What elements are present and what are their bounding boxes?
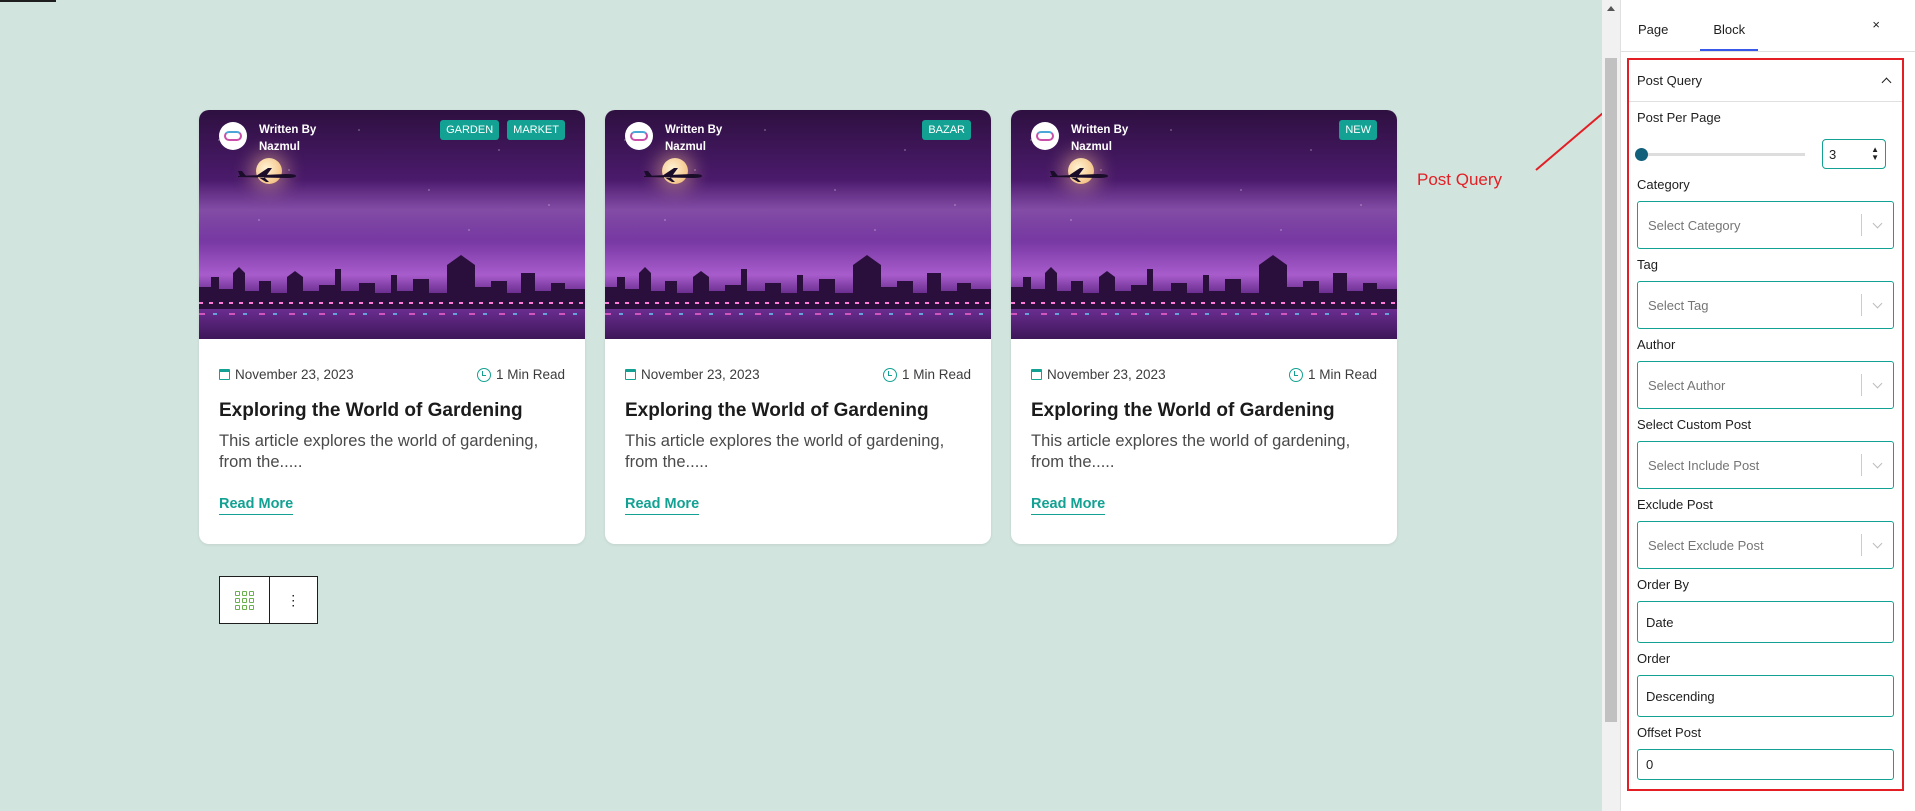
order-field[interactable]: Descending [1637, 675, 1894, 717]
category-badge[interactable]: BAZAR [922, 120, 971, 140]
post-excerpt: This article explores the world of garde… [625, 432, 945, 471]
read-time: 1 Min Read [882, 367, 971, 382]
scrollbar-thumb[interactable] [1605, 58, 1617, 722]
more-options-button[interactable]: ⋮ [268, 577, 318, 623]
post-excerpt: This article explores the world of garde… [219, 432, 539, 471]
post-per-page-label: Post Per Page [1637, 110, 1721, 125]
category-select[interactable]: Select Category [1637, 201, 1894, 249]
canvas-scrollbar[interactable] [1602, 0, 1620, 811]
close-icon[interactable]: × [1872, 17, 1880, 32]
calendar-icon [219, 369, 230, 380]
spinner-icon[interactable]: ▲ ▼ [1871, 146, 1879, 162]
author-name[interactable]: Nazmul [259, 139, 316, 156]
clock-icon [476, 367, 491, 382]
chevron-up-icon[interactable] [1881, 77, 1892, 88]
calendar-icon [625, 369, 636, 380]
post-date: November 23, 2023 [219, 367, 354, 382]
author-avatar [1031, 122, 1059, 150]
annotation-label: Post Query [1417, 170, 1503, 189]
post-excerpt: This article explores the world of garde… [1031, 432, 1351, 471]
chevron-down-icon [1872, 298, 1883, 308]
read-more-link[interactable]: Read More [625, 496, 700, 515]
author-name[interactable]: Nazmul [665, 139, 722, 156]
category-badges: BAZAR [922, 120, 971, 140]
clock-icon [1288, 367, 1303, 382]
order-by-field[interactable]: Date [1637, 601, 1894, 643]
chevron-down-icon [1872, 378, 1883, 388]
author-avatar [219, 122, 247, 150]
offset-post-field[interactable]: 0 [1637, 749, 1894, 780]
tab-page[interactable]: Page [1636, 22, 1684, 51]
category-badge[interactable]: MARKET [507, 120, 565, 140]
airplane-illustration [644, 168, 702, 182]
author-label: Author [1637, 337, 1676, 352]
calendar-icon [1031, 369, 1042, 380]
author-avatar [625, 122, 653, 150]
custom-post-label: Select Custom Post [1637, 417, 1752, 432]
post-card[interactable]: Written By Nazmul NEW November 23, 2023 … [1011, 110, 1397, 544]
tab-block[interactable]: Block [1700, 22, 1759, 51]
post-thumbnail: Written By Nazmul GARDEN MARKET [199, 110, 585, 339]
post-date: November 23, 2023 [625, 367, 760, 382]
city-skyline-illustration [605, 255, 991, 309]
post-title[interactable]: Exploring the World of Gardening [625, 400, 971, 422]
post-per-page-input[interactable]: 3 ▲ ▼ [1822, 139, 1886, 169]
sidebar-tabs: Page Block × [1621, 0, 1915, 52]
author-info: Written By Nazmul [219, 122, 316, 156]
tag-label: Tag [1637, 257, 1658, 272]
chevron-down-icon [1872, 218, 1883, 228]
read-time: 1 Min Read [1288, 367, 1377, 382]
editor-canvas: Written By Nazmul GARDEN MARKET November… [0, 0, 1638, 811]
post-per-page-slider[interactable] [1635, 147, 1805, 161]
post-query-panel: Post Query Post Per Page 3 ▲ ▼ Category S… [1627, 58, 1904, 791]
settings-sidebar: Page Block × Post Query Post Per Page 3 … [1620, 0, 1915, 811]
post-thumbnail: Written By Nazmul BAZAR [605, 110, 991, 339]
author-info: Written By Nazmul [625, 122, 722, 156]
airplane-illustration [1050, 168, 1108, 182]
block-type-button[interactable] [220, 577, 269, 623]
order-by-label: Order By [1637, 577, 1690, 592]
chevron-down-icon [1872, 458, 1883, 468]
category-badges: GARDEN MARKET [440, 120, 565, 140]
slider-handle[interactable] [1635, 147, 1648, 161]
post-card[interactable]: Written By Nazmul BAZAR November 23, 202… [605, 110, 991, 544]
written-by-label: Written By [259, 124, 317, 136]
tag-select[interactable]: Select Tag [1637, 281, 1894, 329]
chevron-down-icon [1872, 538, 1883, 548]
author-info: Written By Nazmul [1031, 122, 1128, 156]
post-title[interactable]: Exploring the World of Gardening [1031, 400, 1377, 422]
panel-title: Post Query [1637, 73, 1703, 88]
read-more-link[interactable]: Read More [1031, 496, 1106, 515]
city-skyline-illustration [199, 255, 585, 309]
post-date: November 23, 2023 [1031, 367, 1166, 382]
author-select[interactable]: Select Author [1637, 361, 1894, 409]
airplane-illustration [238, 168, 296, 182]
exclude-post-label: Exclude Post [1637, 497, 1713, 512]
order-label: Order [1637, 651, 1671, 666]
read-more-link[interactable]: Read More [219, 496, 294, 515]
author-name[interactable]: Nazmul [1071, 139, 1128, 156]
post-card[interactable]: Written By Nazmul GARDEN MARKET November… [199, 110, 585, 544]
city-skyline-illustration [1011, 255, 1397, 309]
grid-icon [234, 590, 254, 610]
category-badge[interactable]: NEW [1339, 120, 1377, 140]
offset-post-label: Offset Post [1637, 725, 1702, 740]
written-by-label: Written By [665, 124, 723, 136]
category-badge[interactable]: GARDEN [440, 120, 500, 140]
post-title[interactable]: Exploring the World of Gardening [219, 400, 565, 422]
more-options-icon: ⋮ [286, 592, 301, 608]
read-time: 1 Min Read [476, 367, 565, 382]
category-badges: NEW [1339, 120, 1377, 140]
post-grid: Written By Nazmul GARDEN MARKET November… [199, 110, 1397, 544]
clock-icon [882, 367, 897, 382]
block-toolbar: ⋮ [219, 576, 318, 624]
scroll-up-icon[interactable] [1607, 6, 1615, 11]
exclude-post-select[interactable]: Select Exclude Post [1637, 521, 1894, 569]
category-label: Category [1637, 177, 1690, 192]
post-thumbnail: Written By Nazmul NEW [1011, 110, 1397, 339]
include-post-select[interactable]: Select Include Post [1637, 441, 1894, 489]
panel-header[interactable]: Post Query [1629, 60, 1902, 102]
written-by-label: Written By [1071, 124, 1129, 136]
